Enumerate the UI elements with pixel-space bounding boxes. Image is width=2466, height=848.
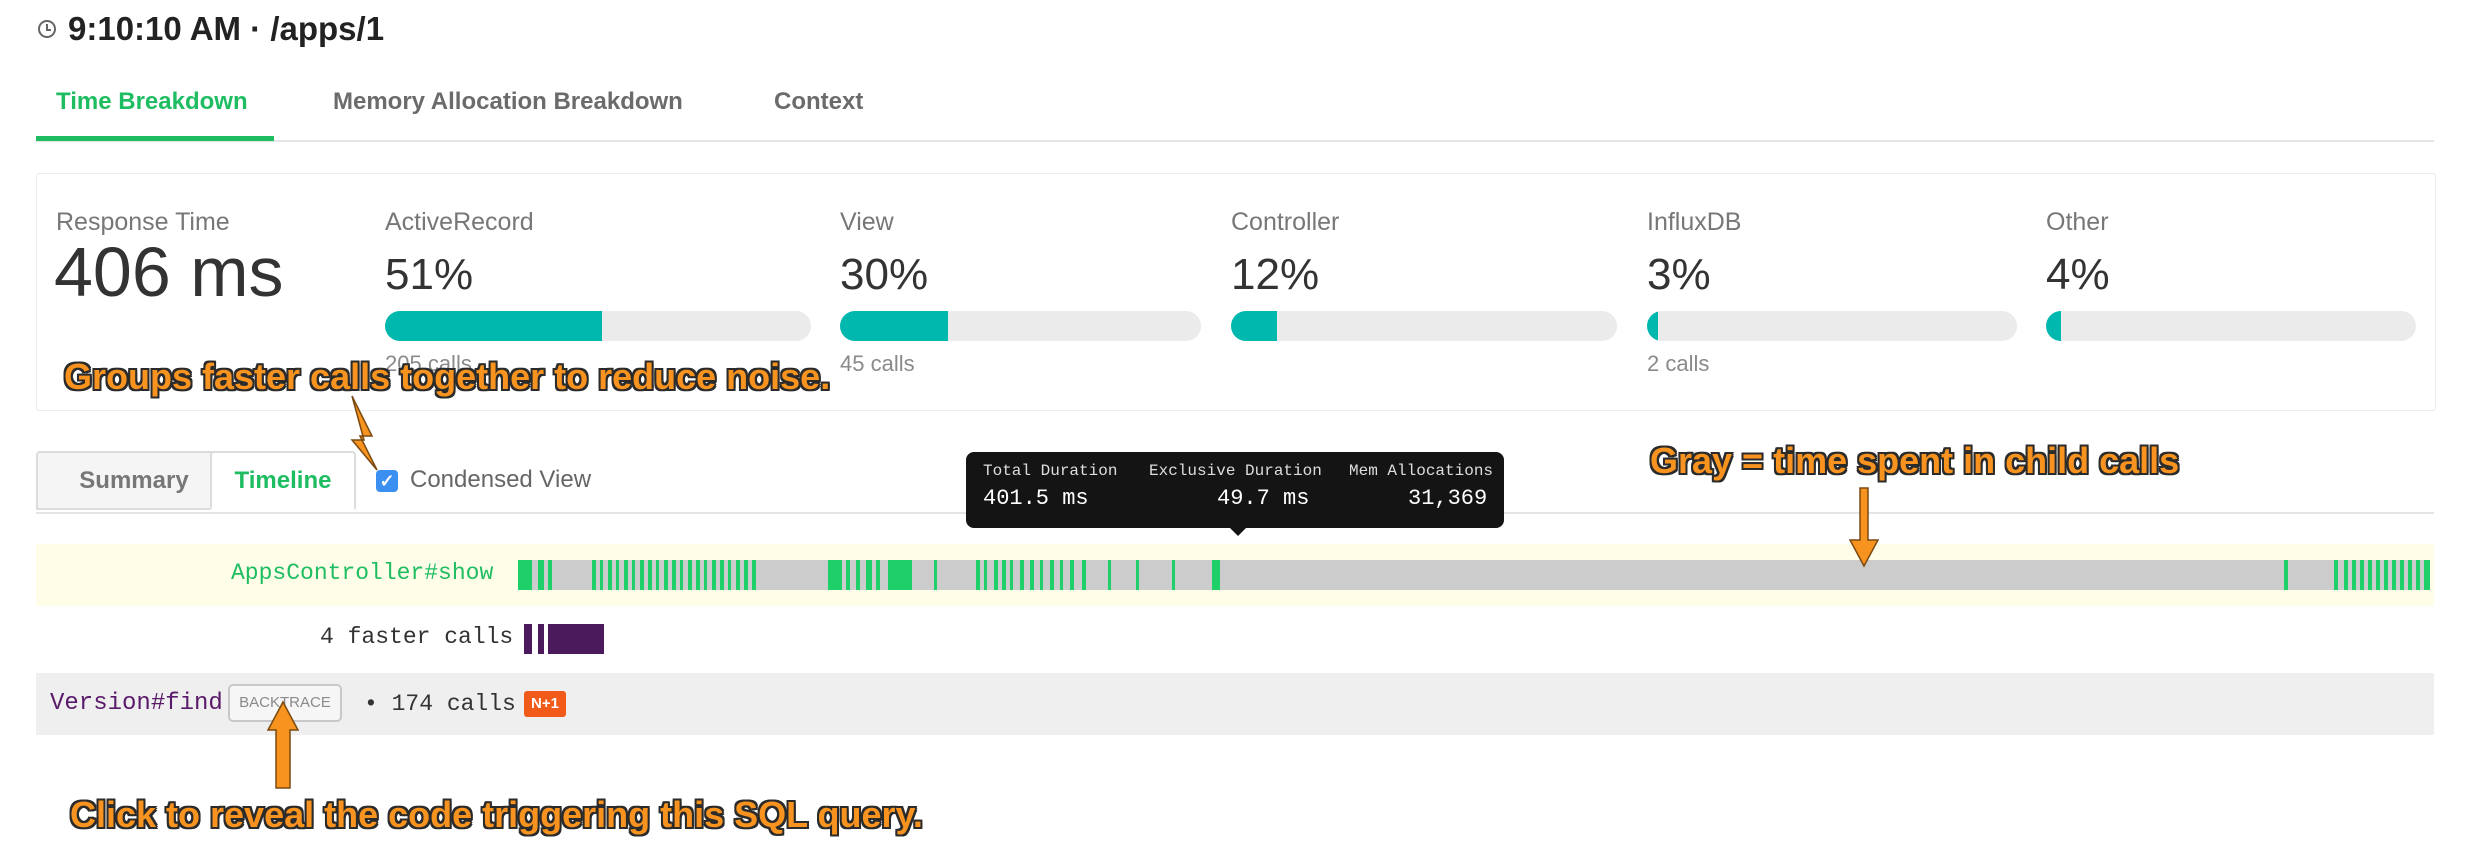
arrow-to-backtrace [266, 700, 300, 789]
annotation-arrows [266, 395, 1880, 789]
arrow-to-gray-bar [1848, 487, 1880, 568]
arrow-to-checkbox [350, 395, 378, 471]
